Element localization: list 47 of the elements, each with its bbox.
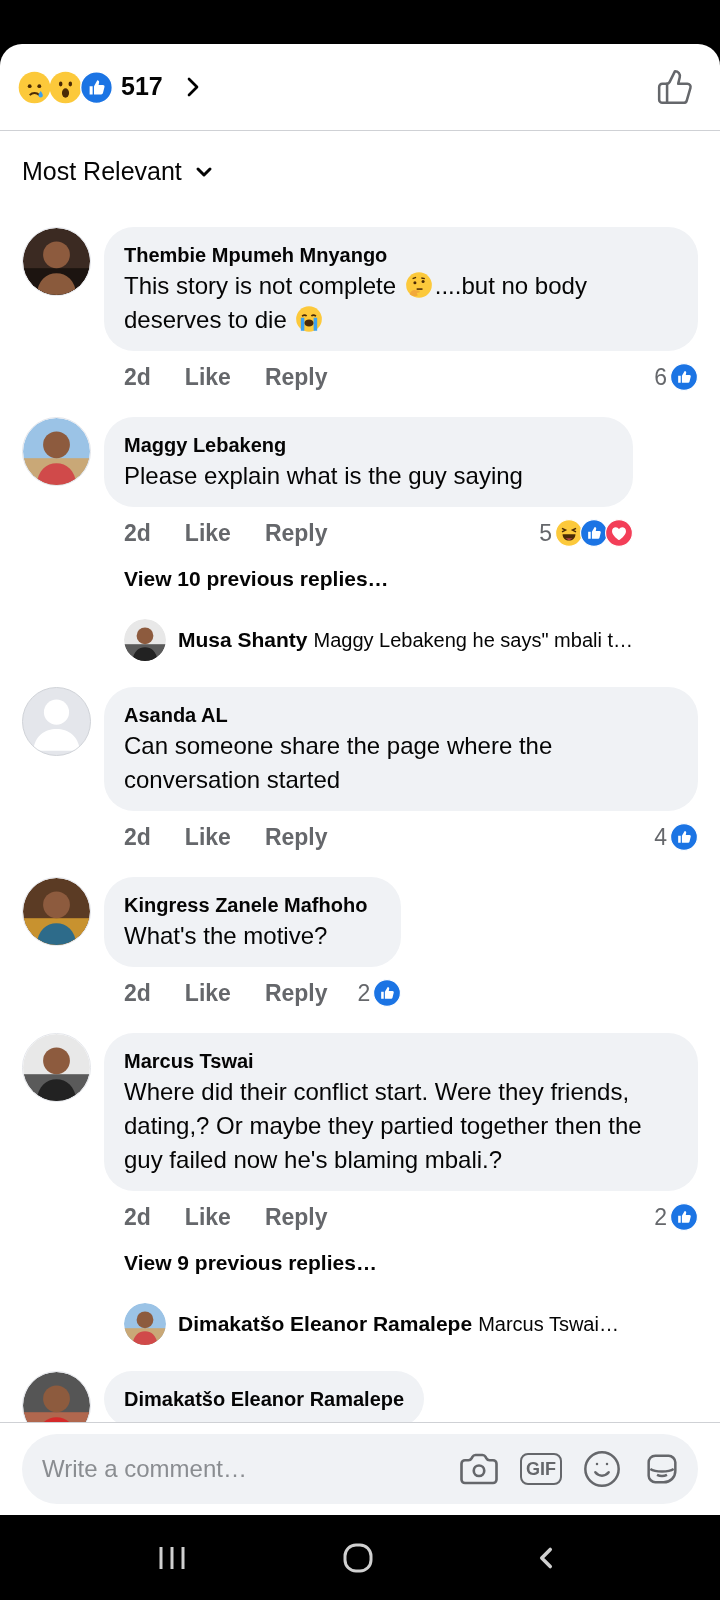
reply-link[interactable]: Reply [264,819,328,855]
like-link[interactable]: Like [184,1199,231,1235]
comment-time: 2d [124,1202,151,1232]
reply-link[interactable]: Reply [264,359,328,395]
reaction-count[interactable]: 6 [654,359,667,395]
reply-link[interactable]: Reply [264,515,328,551]
gif-button[interactable]: GIF [520,1453,562,1485]
home-icon[interactable] [342,1541,374,1574]
like-link[interactable]: Like [184,515,231,551]
comment-author[interactable]: Thembie Mpumeh Mnyango [124,241,678,269]
comment-text: Please explain what is the guy saying [124,461,524,491]
comment-time: 2d [124,822,151,852]
comment-text: Can someone share the page where the conversation started [124,731,554,795]
reaction-count[interactable]: 2 [357,975,371,1011]
reply-preview[interactable]: Maggy Lebakeng he says" mbali t… [313,625,634,655]
reply-link[interactable]: Reply [264,975,328,1011]
like-link[interactable]: Like [184,359,231,395]
emoji-icon[interactable] [582,1449,622,1489]
like-link[interactable]: Like [184,819,231,855]
comment-author[interactable]: Maggy Lebakeng [124,431,614,459]
like-icon[interactable] [656,68,694,106]
comment-text: This story is not complete ....but no body deserves to die [124,270,588,335]
reaction-count[interactable]: 5 [539,515,553,551]
comment-author[interactable]: Marcus Tswai [124,1047,678,1075]
reaction-total[interactable]: 517 [121,68,163,106]
comment-field[interactable]: Write a comment… GIF [22,1434,698,1504]
reply-link[interactable]: Reply [264,1199,328,1235]
reply-preview[interactable]: Marcus Tswai… [478,1309,619,1339]
sort-dropdown[interactable]: Most Relevant [0,131,720,213]
comment-text: What's the motive? [124,921,329,951]
reaction-count[interactable]: 2 [654,1199,667,1235]
thinking-emoji-icon [404,271,433,299]
crying-emoji-icon [295,305,324,333]
comment-author[interactable]: Dimakatšo Eleanor Ramalepe [124,1385,405,1413]
comment-text: Where did their conflict start. Were they friends, dating,? Or maybe they partied together then the guy failed now he's blaming mbali.? [124,1077,643,1175]
view-replies-link[interactable]: View 10 previous replies… [104,559,634,599]
comment-author[interactable]: Kingress Zanele Mafhoho [124,891,382,919]
comment-time: 2d [124,978,151,1008]
reply-author[interactable]: Dimakatšo Eleanor Ramalepe [178,1308,473,1340]
comment-time: 2d [124,518,151,548]
like-link[interactable]: Like [184,975,231,1011]
reaction-count[interactable]: 4 [654,819,667,855]
reply-author[interactable]: Musa Shanty [178,624,308,656]
comment-author[interactable]: Asanda AL [124,701,678,729]
comment-time: 2d [124,362,151,392]
recent-apps-icon[interactable] [157,1544,188,1571]
view-replies-link[interactable]: View 9 previous replies… [104,1243,698,1283]
